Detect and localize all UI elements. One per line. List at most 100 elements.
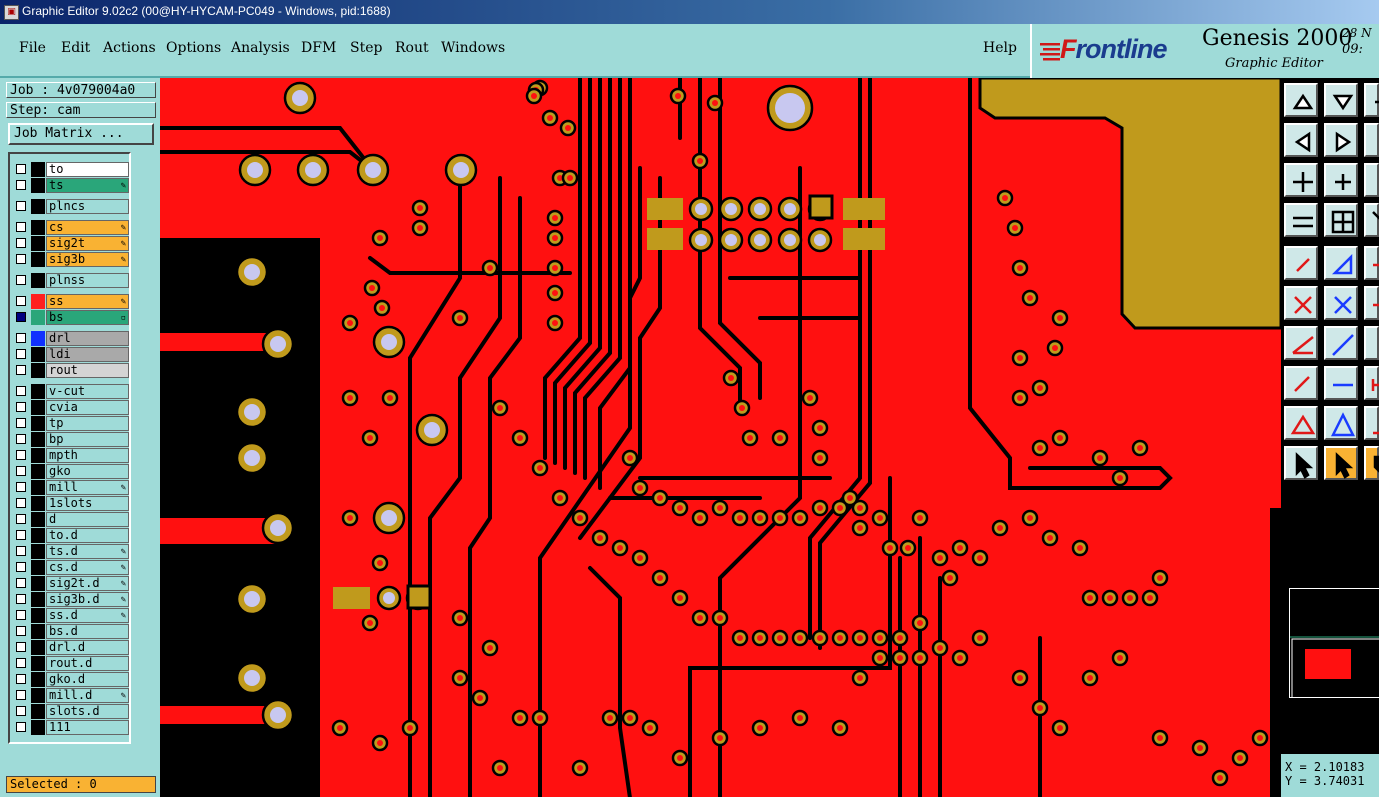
layer-color-swatch[interactable] [31, 480, 45, 495]
menu-options[interactable]: Options [166, 40, 221, 56]
layer-name[interactable]: to.d [46, 528, 129, 543]
layer-name[interactable]: rout [46, 363, 129, 378]
layer-name[interactable]: bp [46, 432, 129, 447]
tool-button-triangle[interactable] [1284, 406, 1318, 440]
layer-row-ss[interactable]: ss ✎ [13, 294, 131, 309]
tool-button-circle[interactable] [1364, 286, 1379, 320]
layer-row-to.d[interactable]: to.d [13, 528, 131, 543]
layer-color-swatch[interactable] [31, 432, 45, 447]
layer-color-swatch[interactable] [31, 560, 45, 575]
layer-color-swatch[interactable] [31, 688, 45, 703]
menu-file[interactable]: File [19, 40, 46, 56]
menu-edit[interactable]: Edit [61, 40, 90, 56]
tool-button-line-horizontal[interactable] [1324, 366, 1358, 400]
layer-row-drl.d[interactable]: drl.d [13, 640, 131, 655]
tool-button-zoom-fit[interactable] [1284, 163, 1318, 197]
layer-row-sig3b.d[interactable]: sig3b.d ✎ [13, 592, 131, 607]
layer-row-cs.d[interactable]: cs.d ✎ [13, 560, 131, 575]
layer-name[interactable]: ts ✎ [46, 178, 129, 193]
layer-name[interactable]: ss ✎ [46, 294, 129, 309]
layer-row-rout[interactable]: rout [13, 363, 131, 378]
layer-row-sig3b[interactable]: sig3b ✎ [13, 252, 131, 267]
menu-analysis[interactable]: Analysis [231, 40, 290, 56]
tool-button-triangle-select[interactable] [1324, 406, 1358, 440]
layer-name[interactable]: bs.d [46, 624, 129, 639]
layer-name[interactable]: plnss [46, 273, 129, 288]
layer-row-v-cut[interactable]: v-cut [13, 384, 131, 399]
layer-color-swatch[interactable] [31, 310, 45, 325]
layer-checkbox[interactable] [16, 610, 26, 620]
graphic-canvas[interactable] [160, 78, 1281, 797]
layer-row-drl[interactable]: drl [13, 331, 131, 346]
layer-name[interactable]: v-cut [46, 384, 129, 399]
layer-checkbox[interactable] [16, 706, 26, 716]
layer-checkbox[interactable] [16, 626, 26, 636]
layer-row-mill[interactable]: mill ✎ [13, 480, 131, 495]
layer-row-bp[interactable]: bp [13, 432, 131, 447]
tool-button-line-angle[interactable] [1284, 326, 1318, 360]
layer-checkbox[interactable] [16, 180, 26, 190]
layer-color-swatch[interactable] [31, 672, 45, 687]
layer-checkbox[interactable] [16, 530, 26, 540]
layer-color-swatch[interactable] [31, 512, 45, 527]
layer-name[interactable]: rout.d [46, 656, 129, 671]
layer-color-swatch[interactable] [31, 704, 45, 719]
layer-name[interactable]: sig3b.d ✎ [46, 592, 129, 607]
tool-button-cross[interactable] [1324, 286, 1358, 320]
layer-checkbox[interactable] [16, 642, 26, 652]
layer-row-to[interactable]: to [13, 162, 131, 177]
layer-name[interactable]: cvia [46, 400, 129, 415]
tool-button-move-bottom[interactable] [1364, 123, 1379, 157]
layer-color-swatch[interactable] [31, 199, 45, 214]
layer-row-cs[interactable]: cs ✎ [13, 220, 131, 235]
layer-checkbox[interactable] [16, 674, 26, 684]
tool-button-line-slant[interactable] [1324, 326, 1358, 360]
tool-button-move-right[interactable] [1324, 123, 1358, 157]
layer-color-swatch[interactable] [31, 448, 45, 463]
layer-row-1slots[interactable]: 1slots [13, 496, 131, 511]
layer-checkbox[interactable] [16, 482, 26, 492]
overview-minimap[interactable] [1289, 588, 1379, 746]
layer-checkbox[interactable] [16, 365, 26, 375]
tool-button-pointer[interactable] [1284, 446, 1318, 480]
layer-checkbox[interactable] [16, 658, 26, 668]
layer-color-swatch[interactable] [31, 220, 45, 235]
layer-checkbox[interactable] [16, 418, 26, 428]
layer-checkbox[interactable] [16, 402, 26, 412]
menu-windows[interactable]: Windows [441, 40, 505, 56]
tool-button-move-down[interactable] [1324, 83, 1358, 117]
layer-name[interactable]: mill ✎ [46, 480, 129, 495]
layer-checkbox[interactable] [16, 562, 26, 572]
layer-row-cvia[interactable]: cvia [13, 400, 131, 415]
tool-button-measure[interactable] [1364, 366, 1379, 400]
layer-checkbox[interactable] [16, 201, 26, 211]
layer-checkbox[interactable] [16, 254, 26, 264]
job-matrix-button[interactable]: Job Matrix ... [8, 123, 154, 145]
layer-name[interactable]: tp [46, 416, 129, 431]
menu-step[interactable]: Step [350, 40, 382, 56]
layer-row-mpth[interactable]: mpth [13, 448, 131, 463]
layer-name[interactable]: sig3b ✎ [46, 252, 129, 267]
layer-color-swatch[interactable] [31, 400, 45, 415]
layer-name[interactable]: ts.d ✎ [46, 544, 129, 559]
layer-color-swatch[interactable] [31, 331, 45, 346]
layer-row-d[interactable]: d [13, 512, 131, 527]
tool-button-line-vertical[interactable] [1364, 326, 1379, 360]
layer-color-swatch[interactable] [31, 544, 45, 559]
layer-checkbox[interactable] [16, 578, 26, 588]
layer-row-gko.d[interactable]: gko.d [13, 672, 131, 687]
layer-name[interactable]: bs ▫ [46, 310, 129, 325]
layer-checkbox[interactable] [16, 312, 26, 322]
layer-checkbox[interactable] [16, 222, 26, 232]
layer-color-swatch[interactable] [31, 464, 45, 479]
layer-color-swatch[interactable] [31, 720, 45, 735]
layer-row-plnss[interactable]: plnss [13, 273, 131, 288]
layer-name[interactable]: ldi [46, 347, 129, 362]
tool-button-outline[interactable] [1324, 246, 1358, 280]
tool-button-triangle-edge[interactable] [1364, 406, 1379, 440]
tool-button-zoom-step[interactable] [1364, 163, 1379, 197]
layer-name[interactable]: drl.d [46, 640, 129, 655]
layer-name[interactable]: 111 [46, 720, 129, 735]
layer-checkbox[interactable] [16, 333, 26, 343]
layer-row-ldi[interactable]: ldi [13, 347, 131, 362]
